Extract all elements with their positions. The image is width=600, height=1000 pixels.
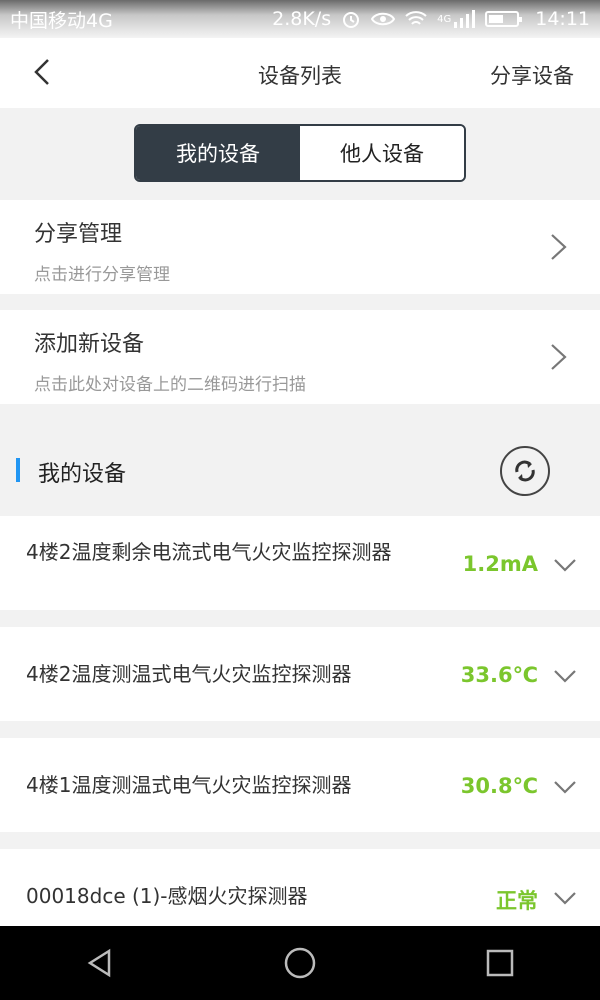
system-nav-bar — [0, 926, 600, 1000]
clock: 14:11 — [535, 8, 590, 30]
tab-my-devices[interactable]: 我的设备 — [136, 126, 300, 180]
nav-recents-button[interactable] — [480, 943, 520, 983]
chevron-down-icon[interactable] — [552, 778, 578, 796]
header: 设备列表 分享设备 — [0, 38, 600, 108]
refresh-button[interactable] — [500, 446, 550, 496]
nav-back-button[interactable] — [80, 943, 120, 983]
device-name: 4楼2温度测温式电气火灾监控探测器 — [26, 662, 352, 686]
network-type: 4G — [437, 13, 452, 25]
device-row[interactable]: 00018dce (1)-感烟火灾探测器 正常 — [0, 849, 600, 926]
alarm-icon — [341, 9, 361, 29]
nav-home-button[interactable] — [280, 943, 320, 983]
device-value: 1.2mA — [462, 552, 538, 576]
share-management-item[interactable]: 分享管理 点击进行分享管理 — [0, 200, 600, 294]
chevron-down-icon[interactable] — [552, 889, 578, 907]
eye-icon — [371, 11, 396, 27]
device-name: 00018dce (1)-感烟火灾探测器 — [26, 884, 308, 908]
refresh-icon — [515, 460, 535, 482]
section-accent-bar — [16, 458, 20, 482]
menu-item-title: 分享管理 — [34, 222, 123, 247]
battery-icon — [485, 11, 523, 27]
chevron-right-icon — [551, 344, 567, 370]
device-value: 30.8℃ — [460, 774, 538, 798]
network-speed: 2.8K/s — [272, 8, 332, 30]
chevron-down-icon[interactable] — [552, 667, 578, 685]
tab-others-devices[interactable]: 他人设备 — [300, 126, 464, 180]
device-name: 4楼1温度测温式电气火灾监控探测器 — [26, 773, 352, 797]
wifi-icon — [405, 10, 427, 28]
device-value: 33.6℃ — [460, 663, 538, 687]
triangle-back-icon — [87, 948, 111, 978]
section-title: 我的设备 — [38, 462, 127, 487]
device-value: 正常 — [496, 889, 538, 913]
status-bar: 中国移动4G 2.8K/s 4G 14:11 — [0, 0, 600, 38]
menu-item-subtitle: 点击此处对设备上的二维码进行扫描 — [34, 375, 306, 395]
circle-home-icon — [284, 947, 316, 979]
menu-item-subtitle: 点击进行分享管理 — [34, 265, 170, 285]
add-device-item[interactable]: 添加新设备 点击此处对设备上的二维码进行扫描 — [0, 310, 600, 404]
menu-item-title: 添加新设备 — [34, 332, 145, 357]
device-row[interactable]: 4楼2温度剩余电流式电气火灾监控探测器 1.2mA — [0, 516, 600, 610]
device-row[interactable]: 4楼2温度测温式电气火灾监控探测器 33.6℃ — [0, 627, 600, 721]
share-device-button[interactable]: 分享设备 — [490, 60, 574, 90]
my-devices-section: 我的设备 — [0, 404, 600, 516]
signal-icon: 4G — [437, 10, 476, 28]
square-recents-icon — [486, 949, 514, 977]
carrier-label: 中国移动4G — [10, 9, 113, 32]
device-name: 4楼2温度剩余电流式电气火灾监控探测器 — [26, 540, 392, 564]
chevron-down-icon[interactable] — [552, 556, 578, 574]
status-icons: 2.8K/s 4G 14:11 — [272, 8, 590, 30]
segmented-control: 我的设备 他人设备 — [134, 124, 466, 182]
chevron-right-icon — [551, 234, 567, 260]
device-row[interactable]: 4楼1温度测温式电气火灾监控探测器 30.8℃ — [0, 738, 600, 832]
